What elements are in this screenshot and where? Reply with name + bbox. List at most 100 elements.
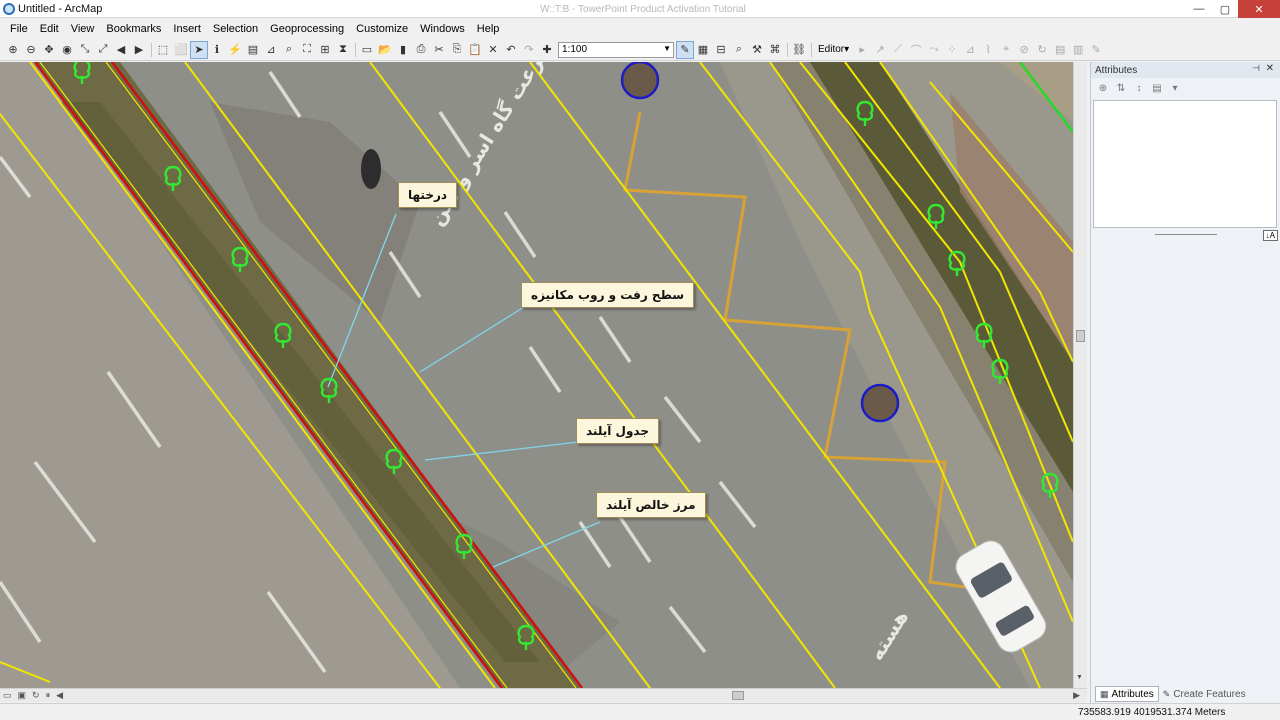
list-options-icon[interactable]: ▤ [1149, 80, 1165, 96]
scroll-down-icon[interactable]: ▼ [1076, 674, 1083, 681]
scroll-left-icon[interactable]: ◀ [56, 690, 63, 701]
measure-icon[interactable]: ⊿ [262, 41, 280, 59]
panel-close-icon[interactable]: ✕ [1266, 63, 1274, 74]
html-popup-icon[interactable]: ▤ [244, 41, 262, 59]
python-window-icon[interactable]: ⌘ [766, 41, 784, 59]
select-elements-arrow-icon[interactable]: ➤ [190, 40, 208, 59]
close-button[interactable]: ✕ [1238, 0, 1280, 18]
fixed-zoom-in-icon[interactable]: ⤡ [76, 41, 94, 59]
create-features-icon[interactable]: ✎ [1087, 41, 1105, 59]
point-icon[interactable]: ⁘ [943, 41, 961, 59]
zoom-out-icon[interactable]: ⊖ [22, 41, 40, 59]
search-window-icon[interactable]: ⌕ [730, 41, 748, 59]
edit-annotation-icon[interactable]: ↗ [871, 41, 889, 59]
map-horizontal-scrollbar[interactable]: ▭ ▣ ↻ ⏸ ◀ ▶ [0, 688, 1087, 702]
menu-selection[interactable]: Selection [207, 23, 264, 35]
clear-selection-icon[interactable]: ⬜ [172, 41, 190, 59]
data-view-icon[interactable]: ▣ [18, 690, 27, 701]
catalog-window-icon[interactable]: ⊟ [712, 41, 730, 59]
hyperlink-icon[interactable]: ⚡ [226, 41, 244, 59]
editor-menu-button[interactable]: Editor▾ [814, 44, 853, 55]
cut-icon[interactable]: ✂ [430, 41, 448, 59]
menu-bar: File Edit View Bookmarks Insert Selectio… [0, 19, 1280, 39]
editor-toolbar-icon[interactable]: ✎ [676, 40, 694, 59]
layout-view-icon[interactable]: ▭ [3, 690, 12, 701]
arcmap-logo-icon [3, 2, 15, 15]
find-route-icon[interactable]: ⛶ [298, 41, 316, 59]
new-document-icon[interactable]: ▭ [358, 41, 376, 59]
tab-create-features-label: Create Features [1173, 688, 1246, 700]
chevron-down-icon[interactable]: ▾ [1167, 80, 1183, 96]
save-icon[interactable]: ▮ [394, 41, 412, 59]
fixed-zoom-out-icon[interactable]: ⤢ [94, 41, 112, 59]
identify-icon[interactable]: ℹ [208, 41, 226, 59]
endpoint-arc-icon[interactable]: ⌒ [907, 41, 925, 59]
aerial-map-canvas[interactable]: سرعت گاه اسر و شن هسته [0, 62, 1073, 688]
find-icon[interactable]: ⌕ [280, 41, 298, 59]
maximize-button[interactable]: ▢ [1212, 0, 1238, 18]
print-icon[interactable]: ⎙ [412, 41, 430, 59]
map-scale-combobox[interactable]: 1:100 ▼ [558, 41, 674, 58]
title-bar: Untitled - ArcMap W::T:B - TowerPoint Pr… [0, 0, 1280, 18]
refresh-icon[interactable]: ↻ [32, 690, 40, 701]
menu-help[interactable]: Help [471, 23, 506, 35]
edit-vertices-icon[interactable]: ⊿ [961, 41, 979, 59]
pan-icon[interactable]: ✥ [40, 41, 58, 59]
scroll-right-icon[interactable]: ▶ [1073, 690, 1080, 701]
menu-view[interactable]: View [65, 23, 101, 35]
open-folder-icon[interactable]: 📂 [376, 41, 394, 59]
trace-icon[interactable]: ⤳ [925, 41, 943, 59]
menu-windows[interactable]: Windows [414, 23, 471, 35]
menu-geoprocessing[interactable]: Geoprocessing [264, 23, 350, 35]
tab-attributes[interactable]: ▦ Attributes [1095, 686, 1159, 702]
paste-icon[interactable]: 📋 [466, 41, 484, 59]
select-features-icon[interactable]: ⬚ [154, 41, 172, 59]
tab-create-features[interactable]: ✎ Create Features [1159, 686, 1250, 702]
cursor-coordinates: 735583.919 4019531.374 Meters [1078, 707, 1226, 718]
map-view[interactable]: سرعت گاه اسر و شن هسته درختها سطح رفت و … [0, 62, 1073, 688]
attributes-feature-list[interactable] [1093, 100, 1277, 228]
back-extent-icon[interactable]: ◀ [112, 41, 130, 59]
panel-splitter[interactable] [1155, 234, 1217, 235]
sort-descending-icon[interactable]: ↓A [1262, 230, 1278, 241]
menu-file[interactable]: File [4, 23, 34, 35]
forward-extent-icon[interactable]: ▶ [130, 41, 148, 59]
edit-tool-icon[interactable]: ▸ [853, 41, 871, 59]
menu-bookmarks[interactable]: Bookmarks [100, 23, 167, 35]
reshape-icon[interactable]: ⌇ [979, 41, 997, 59]
pause-drawing-icon[interactable]: ⏸ [46, 690, 51, 701]
chevron-down-icon: ▼ [663, 43, 671, 53]
zoom-in-icon[interactable]: ⊕ [4, 41, 22, 59]
model-builder-icon[interactable]: ⛓ [790, 41, 808, 59]
split-icon[interactable]: ⊘ [1015, 41, 1033, 59]
menu-edit[interactable]: Edit [34, 23, 65, 35]
pin-icon[interactable]: ⊣ [1252, 63, 1260, 74]
table-window-icon[interactable]: ▦ [694, 41, 712, 59]
copy-icon[interactable]: ⎘ [448, 41, 466, 59]
undo-icon[interactable]: ↶ [502, 41, 520, 59]
sort-alpha-icon[interactable]: ↕ [1131, 80, 1147, 96]
full-extent-globe-icon[interactable]: ◉ [58, 41, 76, 59]
minimize-button[interactable]: — [1186, 0, 1212, 18]
delete-icon[interactable]: ✕ [484, 41, 502, 59]
show-selection-icon[interactable]: ⊕ [1095, 80, 1111, 96]
add-data-icon[interactable]: ✚ [538, 41, 556, 59]
straight-segment-icon[interactable]: ⟋ [889, 41, 907, 59]
callout-net-island-boundary: مرز خالص آیلند [596, 492, 706, 518]
attributes-icon[interactable]: ▤ [1051, 41, 1069, 59]
map-vertical-scrollbar[interactable]: ▼ [1073, 62, 1087, 688]
sketch-properties-icon[interactable]: ▥ [1069, 41, 1087, 59]
time-slider-icon[interactable]: ⧗ [334, 41, 352, 59]
vertical-scroll-thumb[interactable] [1076, 330, 1085, 342]
horizontal-scroll-thumb[interactable] [732, 691, 744, 700]
attributes-panel-header: Attributes ⊣ ✕ [1091, 62, 1280, 78]
rotate-icon[interactable]: ↻ [1033, 41, 1051, 59]
menu-customize[interactable]: Customize [350, 23, 414, 35]
sort-icon[interactable]: ⇅ [1113, 80, 1129, 96]
cut-polygons-icon[interactable]: ⌖ [997, 41, 1015, 59]
arctoolbox-icon[interactable]: ⚒ [748, 41, 766, 59]
menu-insert[interactable]: Insert [167, 23, 207, 35]
redo-icon[interactable]: ↷ [520, 41, 538, 59]
attributes-panel-title: Attributes [1095, 64, 1138, 76]
go-to-xy-icon[interactable]: ⊞ [316, 41, 334, 59]
